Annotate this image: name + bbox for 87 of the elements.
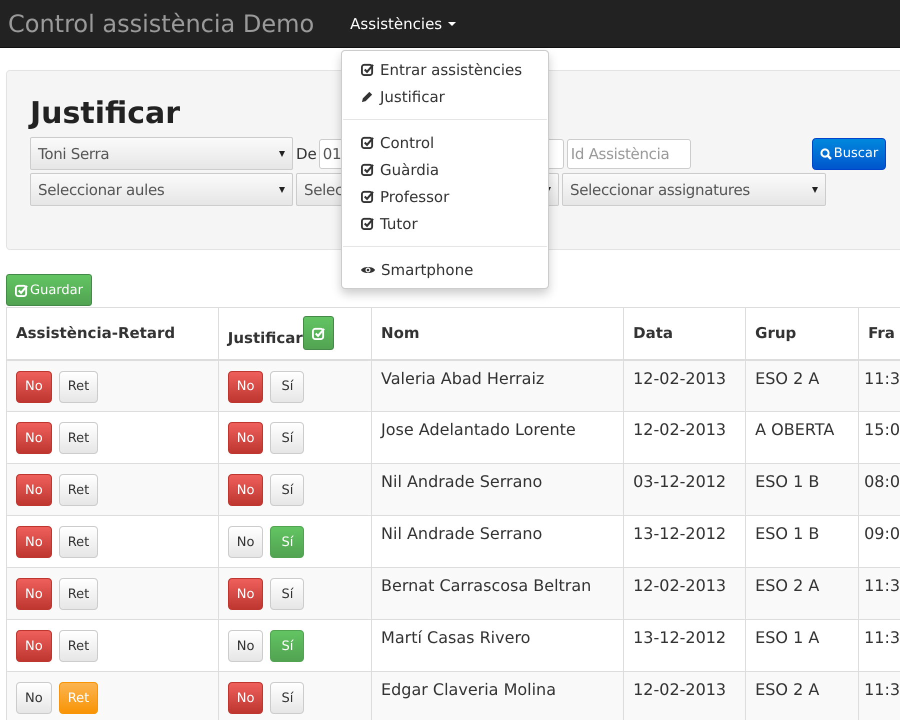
eye-icon: [361, 264, 375, 274]
toggle-button[interactable]: No: [228, 474, 264, 506]
column-header: Grup: [755, 323, 796, 342]
table-cell: Martí Casas Rivero: [381, 628, 530, 647]
table-cell: 11:3: [864, 628, 900, 647]
toggle-button[interactable]: Ret: [58, 578, 98, 610]
table-cell: ESO 2 A: [755, 368, 820, 388]
toggle-button[interactable]: Ret: [58, 370, 98, 402]
menu-item[interactable]: Control: [342, 129, 548, 156]
table-cell: 08:0: [864, 472, 900, 491]
table-cell: 11:3: [864, 576, 900, 595]
table-cell: 15:0: [864, 420, 900, 439]
menu-item[interactable]: Professor: [342, 183, 548, 210]
table-cell: 12-02-2013: [633, 680, 726, 699]
menu-item[interactable]: Tutor: [342, 210, 548, 237]
check-icon: [312, 326, 325, 340]
toggle-button[interactable]: No: [228, 370, 264, 402]
table-cell: 09:0: [864, 524, 900, 543]
from-label: De: [296, 144, 317, 162]
table-cell: ESO 1 A: [755, 628, 820, 647]
toggle-button[interactable]: No: [16, 682, 52, 714]
toggle-button[interactable]: Sí: [270, 578, 304, 610]
search-icon: [820, 148, 832, 160]
toggle-button[interactable]: No: [228, 578, 264, 610]
table-cell: Nil Andrade Serrano: [381, 472, 542, 491]
toggle-button[interactable]: Ret: [58, 630, 98, 662]
toggle-button[interactable]: Ret: [58, 526, 98, 558]
search-button[interactable]: Buscar: [812, 138, 886, 170]
pencil-icon: [361, 90, 374, 103]
table-cell: Jose Adelantado Lorente: [381, 420, 576, 439]
toggle-button[interactable]: Ret: [58, 474, 98, 506]
column-header: Assistència-Retard: [16, 323, 176, 342]
table-cell: ESO 1 B: [755, 472, 820, 491]
toggle-button[interactable]: No: [16, 474, 52, 506]
toggle-button[interactable]: No: [228, 422, 264, 454]
table-cell: Edgar Claveria Molina: [381, 680, 556, 699]
toggle-button[interactable]: Sí: [270, 474, 304, 506]
menu-item[interactable]: Justificar: [342, 83, 548, 110]
table-cell: 03-12-2012: [633, 472, 726, 491]
table-cell: 12-02-2013: [633, 576, 726, 595]
table-cell: ESO 2 A: [755, 680, 820, 699]
toggle-button[interactable]: No: [16, 630, 52, 662]
table-cell: 11:3: [864, 680, 900, 699]
menu-item[interactable]: Smartphone: [342, 256, 548, 283]
table-cell: Valeria Abad Herraiz: [381, 368, 544, 388]
check-icon: [361, 217, 374, 230]
app-title: Control assistència Demo: [8, 10, 314, 38]
table-cell: Bernat Carrascosa Beltran: [381, 576, 592, 595]
menu-toggle[interactable]: Assistències: [350, 14, 456, 32]
table-cell: 13-12-2012: [633, 628, 726, 647]
table-cell: 13-12-2012: [633, 524, 726, 543]
table-cell: 12-02-2013: [633, 420, 726, 439]
column-header: Fra: [868, 323, 895, 342]
teacher-select[interactable]: Toni Serra: [30, 137, 293, 170]
check-icon: [361, 190, 374, 203]
justify-all-button[interactable]: [302, 316, 334, 350]
toggle-button[interactable]: No: [228, 526, 264, 558]
column-header: Data: [633, 323, 673, 342]
toggle-button[interactable]: Sí: [270, 370, 304, 402]
subjects-select[interactable]: Seleccionar assignatures: [562, 173, 826, 206]
toggle-button[interactable]: No: [16, 578, 52, 610]
check-icon: [361, 136, 374, 149]
toggle-button[interactable]: Sí: [270, 682, 304, 714]
table-cell: Nil Andrade Serrano: [381, 524, 542, 543]
rooms-select[interactable]: Seleccionar aules: [30, 173, 293, 206]
table-cell: 11:3: [864, 368, 900, 388]
toggle-button[interactable]: No: [228, 630, 264, 662]
caret-icon: [448, 22, 456, 26]
table-cell: ESO 2 A: [755, 576, 820, 595]
menu-item[interactable]: Entrar assistències: [342, 56, 548, 83]
column-header: Justificar: [228, 328, 303, 348]
check-icon: [15, 284, 28, 296]
toggle-button[interactable]: Ret: [58, 422, 98, 454]
toggle-button[interactable]: No: [16, 526, 52, 558]
table-cell: ESO 1 B: [755, 524, 820, 543]
column-header: Nom: [381, 323, 420, 342]
id-field[interactable]: Id Assistència: [566, 138, 691, 168]
check-icon: [361, 163, 374, 176]
toggle-button[interactable]: No: [16, 422, 52, 454]
toggle-button[interactable]: Sí: [270, 422, 304, 454]
page-title: Justificar: [30, 95, 180, 133]
check-icon: [361, 63, 374, 76]
menu-item[interactable]: Guàrdia: [342, 156, 548, 183]
table-cell: 12-02-2013: [633, 368, 726, 388]
toggle-button[interactable]: No: [16, 370, 52, 402]
table-cell: A OBERTA: [755, 420, 834, 439]
toggle-button[interactable]: No: [228, 682, 264, 714]
